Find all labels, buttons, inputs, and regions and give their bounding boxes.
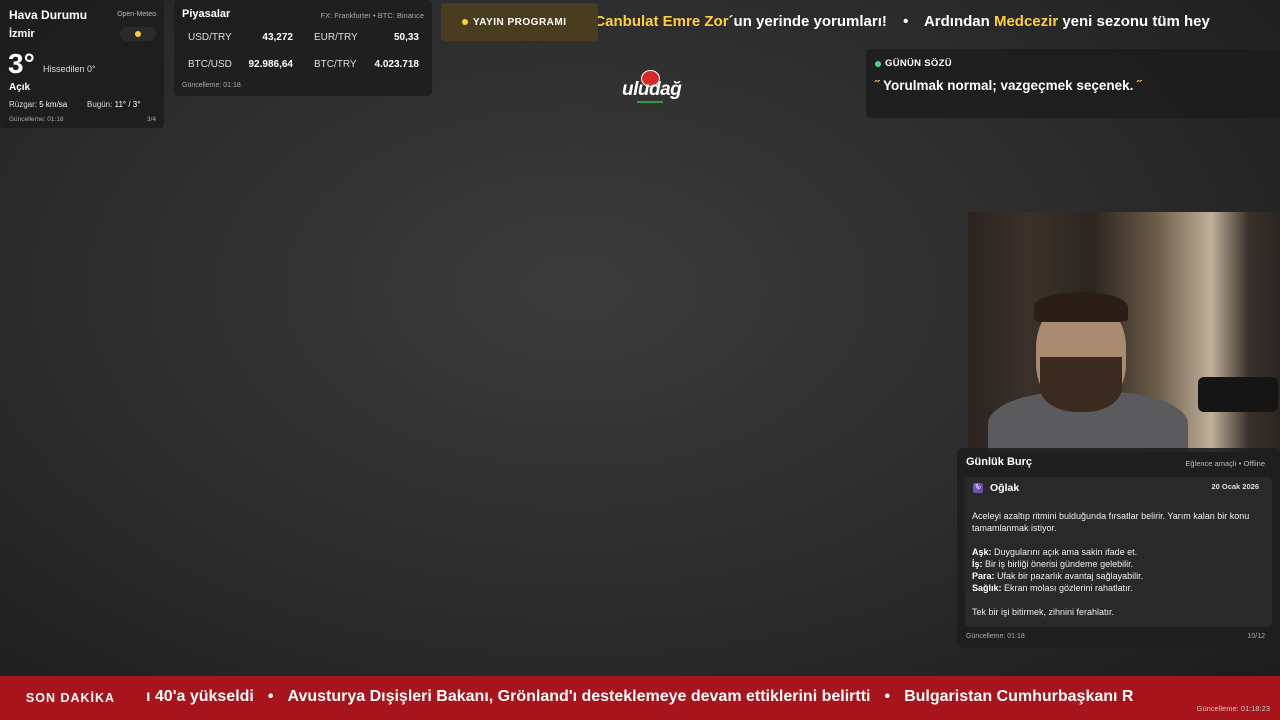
horoscope-intro: Aceleyi azaltıp ritmini bulduğunda fırsa… <box>972 511 1250 533</box>
horoscope-updated: Güncelleme: 01:18 <box>966 633 1025 640</box>
today-value: 11° / 3° <box>114 100 141 109</box>
uludag-logo: uludağ <box>622 70 682 104</box>
breaking-news-item: Bulgaristan Cumhurbaşkanı R <box>904 688 1134 705</box>
weather-city: İzmir <box>9 28 35 40</box>
weather-updated: Güncelleme: 01:18 <box>9 116 64 123</box>
section-label: Aşk: <box>972 547 992 557</box>
ticker-text: Ardından <box>923 13 994 30</box>
top-ticker-track: ı Canbulat Emre Zor´un yerinde yorumları… <box>598 13 1210 30</box>
horoscope-title: Günlük Burç <box>966 456 1033 468</box>
horoscope-card: ♑ Oğlak 20 Ocak 2026 Aceleyi azaltıp ritm… <box>965 477 1272 627</box>
ticker-highlight: Medcezir <box>993 13 1059 30</box>
weather-title: Hava Durumu <box>9 8 88 22</box>
wind-value: 5 km/sa <box>39 100 68 109</box>
horoscope-meta: Eğlence amaçlı • Offline <box>1185 459 1265 468</box>
weather-condition: Açık <box>9 82 31 93</box>
webcam-feed <box>968 212 1280 452</box>
weather-today: Bugün: 11° / 3° <box>87 100 140 109</box>
daily-horoscope-widget: Günlük Burç Eğlence amaçlı • Offline ♑ Oğ… <box>957 448 1280 648</box>
section-label: Para: <box>972 571 995 581</box>
section-label: Sağlık: <box>972 583 1002 593</box>
markets-source: FX: Frankfurter • BTC: Binance <box>320 11 425 20</box>
section-text: Duygularını açık ama sakin ifade et. <box>991 547 1138 557</box>
open-quote-mark: ˝ <box>875 78 880 93</box>
ticker-highlight: Canbulat Emre Zor <box>598 13 729 30</box>
quote-header: GÜNÜN SÖZÜ <box>875 58 952 69</box>
horoscope-advice: Tek bir işi bitirmek, zihnini ferahlatır… <box>972 607 1115 617</box>
market-pair: BTC/TRY <box>314 59 357 70</box>
markets-updated: Güncelleme: 01:18 <box>182 82 241 89</box>
breaking-news-item: Avusturya Dışişleri Bakanı, Grönland'ı d… <box>287 688 871 705</box>
horoscope-section: İş: Bir iş birliği önerisi gündeme geleb… <box>972 559 1133 569</box>
section-label: İş: <box>972 559 983 569</box>
ticker-item: Ardından Medcezir yeni sezonu tüm hey <box>924 13 1210 30</box>
sun-icon <box>135 31 141 37</box>
quote-text-line: ˝ Yorulmak normal; vazgeçmek seçenek. ˝ <box>875 78 1142 93</box>
logo-underline <box>637 101 663 103</box>
weather-page-indicator: 3/4 <box>146 116 156 123</box>
ticker-text: yeni sezonu tüm hey <box>1058 13 1210 30</box>
status-dot-icon <box>875 60 881 67</box>
section-text: Ekran molası gözlerini rahatlatır. <box>1001 583 1133 593</box>
horoscope-sections: Aşk: Duygularını açık ama sakin ifade et… <box>972 546 1264 594</box>
horoscope-section: Aşk: Duygularını açık ama sakin ifade et… <box>972 547 1137 557</box>
close-quote-mark: ˝ <box>1137 78 1142 93</box>
weather-source: Open-Meteo <box>117 11 156 18</box>
ticker-item: ı Canbulat Emre Zor´un yerinde yorumları… <box>598 13 887 30</box>
horoscope-page-indicator: 10/12 <box>1247 633 1265 640</box>
breaking-news-bar: SON DAKİKA ı 40'a yükseldi • Avusturya Dış… <box>0 676 1280 720</box>
breaking-news-label: SON DAKİKA <box>0 676 141 720</box>
broadcast-schedule-button[interactable]: YAYIN PROGRAMI <box>441 3 598 41</box>
capricorn-icon: ♑ <box>973 483 983 493</box>
quote-label: GÜNÜN SÖZÜ <box>885 58 952 69</box>
markets-widget: Piyasalar FX: Frankfurter • BTC: Binance… <box>174 0 432 96</box>
quote-of-the-day: GÜNÜN SÖZÜ ˝ Yorulmak normal; vazgeçmek … <box>866 49 1280 118</box>
sign-name: Oğlak <box>990 482 1020 494</box>
logo-wordmark: uludağ <box>622 79 682 100</box>
horoscope-section: Para: Ufak bir pazarlık avantaj sağlayab… <box>972 571 1143 581</box>
quote-text: Yorulmak normal; vazgeçmek seçenek. <box>883 78 1134 93</box>
breaking-news-item: ı 40'a yükseldi <box>146 688 254 705</box>
broadcast-schedule-label: YAYIN PROGRAMI <box>473 16 567 28</box>
streamer-hair <box>1034 292 1128 322</box>
markets-title: Piyasalar <box>182 8 231 20</box>
section-text: Ufak bir pazarlık avantaj sağlayabilir. <box>994 571 1144 581</box>
horoscope-section: Sağlık: Ekran molası gözlerini rahatlatı… <box>972 583 1133 593</box>
weather-condition-pill <box>120 27 156 41</box>
weather-temperature: 3° <box>8 48 35 79</box>
top-news-ticker: ı Canbulat Emre Zor´un yerinde yorumları… <box>598 3 1280 41</box>
weather-wind: Rüzgar: 5 km/sa <box>9 100 67 109</box>
today-label: Bugün: <box>87 100 113 109</box>
footer-updated: Güncelleme: 01:18:23 <box>1196 704 1270 713</box>
weather-feels-like: Hissedilen 0° <box>43 64 96 74</box>
market-value: 43,272 <box>262 32 293 43</box>
horoscope-sign: ♑ Oğlak <box>973 482 1019 494</box>
microphone <box>1198 377 1278 412</box>
horoscope-body: Aceleyi azaltıp ritmini bulduğunda fırsa… <box>972 510 1264 630</box>
market-pair: EUR/TRY <box>314 32 358 43</box>
market-pair: BTC/USD <box>188 59 232 70</box>
breaking-separator: • <box>884 688 891 705</box>
live-dot-icon <box>462 19 468 25</box>
breaking-separator: • <box>267 688 274 705</box>
breaking-news-track: ı 40'a yükseldi • Avusturya Dışişleri Baka… <box>146 688 1133 706</box>
wind-label: Rüzgar: <box>9 100 38 109</box>
weather-widget: Hava Durumu Open-Meteo İzmir 3° Hissedil… <box>0 0 164 128</box>
streamer-beard <box>1040 357 1122 412</box>
horoscope-date: 20 Ocak 2026 <box>1211 482 1259 491</box>
market-value: 92.986,64 <box>248 59 294 70</box>
market-value: 4.023.718 <box>374 59 420 70</box>
market-pair: USD/TRY <box>188 32 232 43</box>
ticker-text: ´un yerinde yorumları! <box>728 13 887 30</box>
ticker-separator: • <box>903 13 909 30</box>
market-value: 50,33 <box>393 32 419 43</box>
section-text: Bir iş birliği önerisi gündeme gelebilir… <box>982 559 1134 569</box>
